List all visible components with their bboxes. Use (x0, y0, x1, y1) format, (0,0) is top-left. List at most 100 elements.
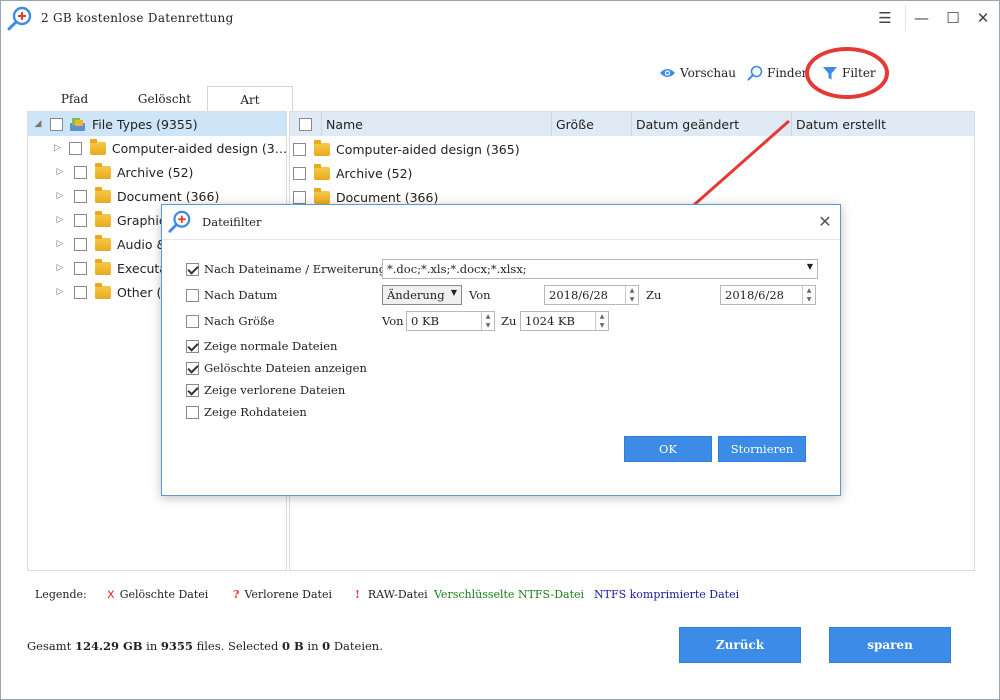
filter-by-date-checkbox[interactable] (186, 288, 199, 302)
cancel-button[interactable]: Stornieren (718, 436, 806, 462)
folder-icon (89, 138, 106, 155)
tree-item-archive[interactable]: ▷ Archive (52) (28, 160, 286, 184)
filter-by-size-checkbox[interactable] (186, 314, 199, 328)
size-from-label: Von (382, 314, 404, 328)
show-deleted-checkbox[interactable] (186, 361, 199, 375)
tree-item-checkbox[interactable] (74, 165, 87, 179)
maximize-button[interactable]: ☐ (937, 5, 969, 31)
folder-icon (314, 139, 330, 156)
filter-by-date-option[interactable]: Nach Datum (186, 287, 277, 303)
status-bar: Gesamt 124.29 GB in 9355 files. Selected… (27, 637, 383, 655)
expand-icon[interactable]: ▷ (54, 263, 66, 273)
dropdown-arrow-icon[interactable]: ▼ (807, 262, 813, 271)
folder-icon (95, 282, 111, 299)
close-window-button[interactable]: ✕ (967, 5, 999, 31)
size-to-spinner[interactable]: ▲ ▼ (595, 312, 608, 330)
collapse-icon[interactable]: ◢ (32, 119, 44, 129)
date-mode-select[interactable]: Änderung ▼ (382, 285, 462, 305)
tab-type[interactable]: Art (207, 86, 293, 112)
tree-item-checkbox[interactable] (68, 141, 82, 155)
show-lost-option[interactable]: Zeige verlorene Dateien (186, 382, 345, 398)
filter-by-size-option[interactable]: Nach Größe (186, 313, 275, 329)
tree-item-label: Audio & (117, 236, 167, 252)
tree-item-checkbox[interactable] (74, 189, 87, 203)
date-mode-value: Änderung (387, 288, 445, 302)
filter-by-name-checkbox[interactable] (186, 262, 199, 276)
column-date-created[interactable]: Datum erstellt (792, 112, 974, 136)
window-title: 2 GB kostenlose Datenrettung (41, 11, 234, 25)
list-item[interactable]: Archive (52) (290, 161, 412, 185)
tab-path[interactable]: Pfad (27, 86, 122, 111)
column-size[interactable]: Größe (552, 112, 632, 136)
list-item-checkbox[interactable] (293, 166, 306, 180)
filter-by-size-label: Nach Größe (204, 314, 275, 328)
expand-icon[interactable]: ▷ (54, 143, 61, 153)
tree-item-checkbox[interactable] (74, 213, 87, 227)
dialog-close-button[interactable]: ✕ (815, 212, 835, 232)
expand-icon[interactable]: ▷ (54, 167, 66, 177)
size-from-spinner[interactable]: ▲ ▼ (481, 312, 494, 330)
list-item-checkbox[interactable] (293, 142, 306, 156)
column-date-modified[interactable]: Datum geändert (632, 112, 792, 136)
tree-root[interactable]: ◢ File Types (9355) (28, 112, 286, 136)
find-label: Finden (767, 66, 810, 80)
save-button[interactable]: sparen (829, 627, 951, 663)
tree-item-label: Archive (52) (117, 164, 194, 180)
date-to-spinner[interactable]: ▲ ▼ (802, 286, 815, 304)
tree-item-checkbox[interactable] (74, 285, 87, 299)
status-total-size: 124.29 GB (74, 639, 143, 653)
dialog-divider (162, 239, 840, 240)
tree-item-checkbox[interactable] (74, 237, 87, 251)
expand-icon[interactable]: ▷ (54, 287, 66, 297)
app-logo-icon (7, 6, 32, 31)
legend-compressed: NTFS komprimierte Datei (594, 587, 740, 601)
dropdown-arrow-icon[interactable]: ▼ (451, 288, 457, 297)
show-normal-option[interactable]: Zeige normale Dateien (186, 338, 337, 354)
extension-combo[interactable]: *.doc;*.xls;*.docx;*.xlsx; ▼ (382, 259, 818, 279)
legend-title: Legende: (35, 587, 87, 601)
list-item-checkbox[interactable] (293, 190, 306, 204)
show-normal-label: Zeige normale Dateien (204, 339, 338, 353)
show-raw-checkbox[interactable] (186, 405, 199, 419)
folder-icon (95, 234, 111, 251)
legend-deleted: x Gelöschte Datei (107, 585, 208, 603)
show-deleted-label: Gelöschte Dateien anzeigen (204, 361, 367, 375)
date-to-label: Zu (646, 288, 662, 302)
filter-by-name-label: Nach Dateiname / Erweiterung (204, 262, 387, 276)
show-raw-option[interactable]: Zeige Rohdateien (186, 404, 307, 420)
select-all-header[interactable] (290, 112, 322, 136)
status-selected-size: 0 B (282, 639, 304, 653)
size-from-field[interactable]: 0 KB ▲ ▼ (406, 311, 495, 331)
ok-button[interactable]: OK (624, 436, 712, 462)
preview-button[interactable]: Vorschau (659, 63, 736, 83)
list-item-name: Archive (52) (336, 165, 413, 181)
find-button[interactable]: Finden (747, 63, 809, 83)
date-to-field[interactable]: 2018/6/28 ▲ ▼ (720, 285, 816, 305)
show-normal-checkbox[interactable] (186, 339, 199, 353)
date-from-spinner[interactable]: ▲ ▼ (625, 286, 638, 304)
menu-icon[interactable]: ☰ (869, 5, 901, 31)
tab-deleted[interactable]: Gelöscht (122, 86, 207, 111)
minimize-button[interactable]: — (905, 5, 937, 31)
show-lost-checkbox[interactable] (186, 383, 199, 397)
tree-item-checkbox[interactable] (74, 261, 87, 275)
filter-by-name-option[interactable]: Nach Dateiname / Erweiterung (186, 261, 386, 277)
back-button[interactable]: Zurück (679, 627, 801, 663)
tree-item-cad[interactable]: ▷ Computer-aided design (3… (28, 136, 286, 160)
size-to-field[interactable]: 1024 KB ▲ ▼ (520, 311, 609, 331)
select-all-checkbox[interactable] (299, 117, 312, 131)
folder-icon (95, 210, 111, 227)
show-deleted-option[interactable]: Gelöschte Dateien anzeigen (186, 360, 367, 376)
expand-icon[interactable]: ▷ (54, 215, 66, 225)
list-item[interactable]: Computer-aided design (365) (290, 137, 520, 161)
show-lost-label: Zeige verlorene Dateien (204, 383, 346, 397)
column-name[interactable]: Name (322, 112, 552, 136)
tree-root-checkbox[interactable] (50, 117, 63, 131)
expand-icon[interactable]: ▷ (54, 191, 66, 201)
status-selected-count: 0 (322, 639, 331, 653)
expand-icon[interactable]: ▷ (54, 239, 66, 249)
size-to-label: Zu (501, 314, 517, 328)
filter-highlight-circle (805, 47, 889, 99)
date-from-field[interactable]: 2018/6/28 ▲ ▼ (544, 285, 639, 305)
eye-icon (660, 69, 675, 77)
